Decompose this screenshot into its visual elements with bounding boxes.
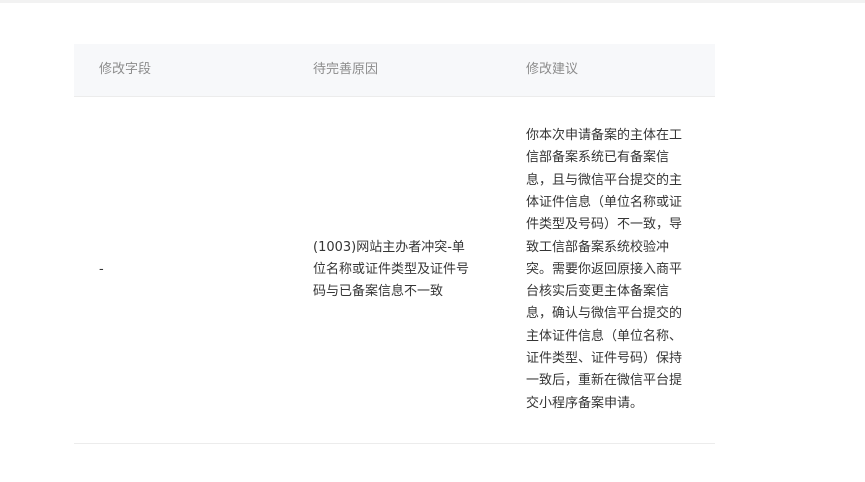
top-divider-strip: [0, 0, 865, 3]
header-suggestion: 修改建议: [526, 62, 579, 77]
table-header: 修改字段 待完善原因 修改建议: [74, 44, 715, 97]
table-row: - (1003)网站主办者冲突-单位名称或证件类型及证件号码与已备案信息不一致 …: [74, 97, 715, 444]
review-result-table: 修改字段 待完善原因 修改建议 - (1003)网站主办者冲突-单位名称或证件类…: [74, 44, 715, 444]
header-field: 修改字段: [99, 62, 152, 77]
cell-reason: (1003)网站主办者冲突-单位名称或证件类型及证件号码与已备案信息不一致: [313, 239, 470, 300]
header-reason: 待完善原因: [313, 62, 379, 77]
cell-field: -: [99, 261, 104, 277]
cell-suggestion: 你本次申请备案的主体在工信部备案系统已有备案信息，且与微信平台提交的主体证件信息…: [526, 128, 683, 411]
